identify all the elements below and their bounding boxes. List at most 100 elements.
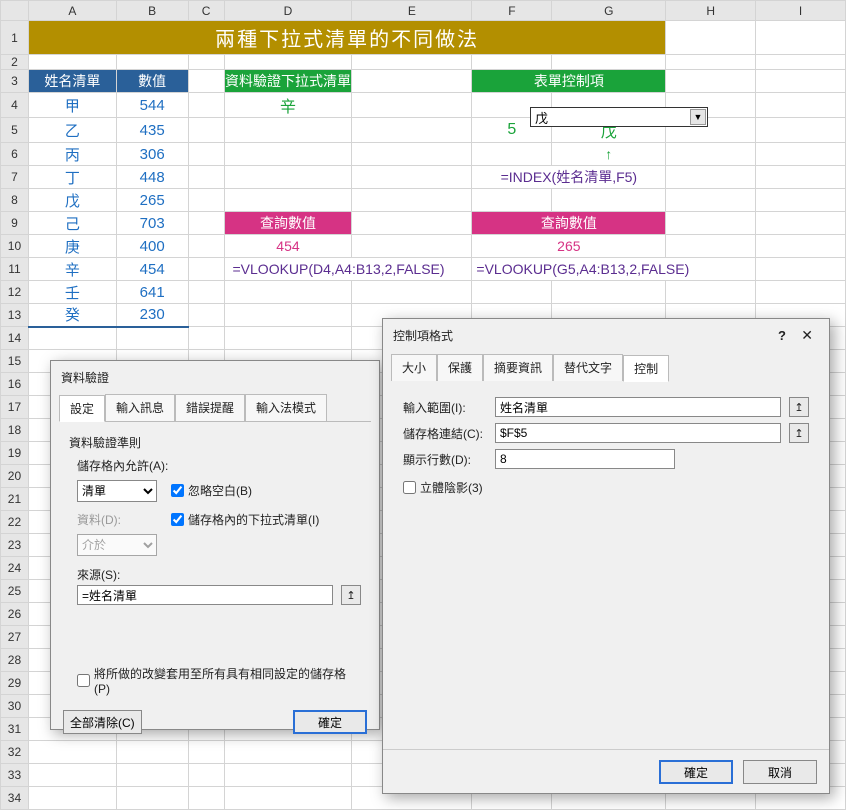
- row-header-12[interactable]: 12: [1, 281, 29, 304]
- tab-ime-mode[interactable]: 輸入法模式: [245, 394, 327, 421]
- cell-B9[interactable]: 703: [116, 212, 188, 235]
- row-header-34[interactable]: 34: [1, 787, 29, 810]
- chevron-down-icon[interactable]: ▼: [690, 109, 706, 125]
- col-header-I[interactable]: I: [756, 1, 846, 21]
- cell-B5[interactable]: 435: [116, 118, 188, 143]
- tab-input-message[interactable]: 輸入訊息: [105, 394, 175, 421]
- cell-A6[interactable]: 丙: [28, 143, 116, 166]
- dv-selected-value[interactable]: 辛: [224, 93, 352, 118]
- row-header-25[interactable]: 25: [1, 580, 29, 603]
- col-header-E[interactable]: E: [352, 1, 472, 21]
- close-icon[interactable]: ✕: [795, 327, 819, 343]
- row-header-20[interactable]: 20: [1, 465, 29, 488]
- row-header-11[interactable]: 11: [1, 258, 29, 281]
- ignore-blank-checkbox[interactable]: 忽略空白(B): [171, 482, 252, 499]
- tab-protection[interactable]: 保護: [437, 354, 483, 381]
- cell-B13[interactable]: 230: [116, 304, 188, 327]
- row-header-33[interactable]: 33: [1, 764, 29, 787]
- cell-link-field[interactable]: [495, 423, 781, 443]
- row-header-6[interactable]: 6: [1, 143, 29, 166]
- help-icon[interactable]: ?: [772, 328, 792, 343]
- row-header-14[interactable]: 14: [1, 327, 29, 350]
- range-picker-icon-3[interactable]: ↥: [789, 423, 809, 443]
- cell-A5[interactable]: 乙: [28, 118, 116, 143]
- cell-A13[interactable]: 癸: [28, 304, 116, 327]
- header-value: 數值: [116, 70, 188, 93]
- row-header-23[interactable]: 23: [1, 534, 29, 557]
- row-header-2[interactable]: 2: [1, 55, 29, 70]
- cell-A8[interactable]: 戊: [28, 189, 116, 212]
- row-header-1[interactable]: 1: [1, 21, 29, 55]
- cell-A10[interactable]: 庚: [28, 235, 116, 258]
- cell-A12[interactable]: 壬: [28, 281, 116, 304]
- vlookup2-result[interactable]: 265: [472, 235, 666, 258]
- col-header-A[interactable]: A: [28, 1, 116, 21]
- col-header-D[interactable]: D: [224, 1, 352, 21]
- lines-field[interactable]: [495, 449, 675, 469]
- tab-control[interactable]: 控制: [623, 355, 669, 382]
- clear-all-button[interactable]: 全部清除(C): [63, 710, 142, 734]
- form-control-dropdown[interactable]: 戊 ▼: [530, 107, 708, 127]
- cancel-button[interactable]: 取消: [743, 760, 817, 784]
- cell-B11[interactable]: 454: [116, 258, 188, 281]
- tab-properties[interactable]: 摘要資訊: [483, 354, 553, 381]
- row-header-19[interactable]: 19: [1, 442, 29, 465]
- row-header-10[interactable]: 10: [1, 235, 29, 258]
- source-input[interactable]: [77, 585, 333, 605]
- cell-B8[interactable]: 265: [116, 189, 188, 212]
- col-header-G[interactable]: G: [552, 1, 666, 21]
- row-header-3[interactable]: 3: [1, 70, 29, 93]
- cell-A7[interactable]: 丁: [28, 166, 116, 189]
- shadow-checkbox[interactable]: 立體陰影(3): [403, 479, 809, 496]
- row-header-15[interactable]: 15: [1, 350, 29, 373]
- row-header-32[interactable]: 32: [1, 741, 29, 764]
- cell-link-label: 儲存格連結(C):: [403, 425, 487, 442]
- col-header-F[interactable]: F: [472, 1, 552, 21]
- row-header-30[interactable]: 30: [1, 695, 29, 718]
- cell-B12[interactable]: 641: [116, 281, 188, 304]
- row-header-21[interactable]: 21: [1, 488, 29, 511]
- cell-A4[interactable]: 甲: [28, 93, 116, 118]
- allow-select[interactable]: 清單: [77, 480, 157, 502]
- tab-settings[interactable]: 設定: [59, 395, 105, 422]
- row-header-31[interactable]: 31: [1, 718, 29, 741]
- tab-size[interactable]: 大小: [391, 354, 437, 381]
- cell-B7[interactable]: 448: [116, 166, 188, 189]
- header-lookup-2: 查詢數值: [472, 212, 666, 235]
- in-cell-dropdown-checkbox[interactable]: 儲存格內的下拉式清單(I): [171, 511, 319, 528]
- tab-error-alert[interactable]: 錯誤提醒: [175, 394, 245, 421]
- row-header-9[interactable]: 9: [1, 212, 29, 235]
- range-picker-icon[interactable]: ↥: [341, 585, 361, 605]
- cell-A11[interactable]: 辛: [28, 258, 116, 281]
- col-header-C[interactable]: C: [188, 1, 224, 21]
- tab-alt-text[interactable]: 替代文字: [553, 354, 623, 381]
- row-header-28[interactable]: 28: [1, 649, 29, 672]
- cell-B4[interactable]: 544: [116, 93, 188, 118]
- row-header-13[interactable]: 13: [1, 304, 29, 327]
- cell-B6[interactable]: 306: [116, 143, 188, 166]
- row-header-16[interactable]: 16: [1, 373, 29, 396]
- row-header-8[interactable]: 8: [1, 189, 29, 212]
- cell-A9[interactable]: 己: [28, 212, 116, 235]
- index-formula: =INDEX(姓名清單,F5): [472, 166, 666, 189]
- range-picker-icon-2[interactable]: ↥: [789, 397, 809, 417]
- row-header-26[interactable]: 26: [1, 603, 29, 626]
- row-header-29[interactable]: 29: [1, 672, 29, 695]
- vlookup1-result[interactable]: 454: [224, 235, 352, 258]
- ok-button-2[interactable]: 確定: [659, 760, 733, 784]
- row-header-7[interactable]: 7: [1, 166, 29, 189]
- ok-button[interactable]: 確定: [293, 710, 367, 734]
- row-header-22[interactable]: 22: [1, 511, 29, 534]
- apply-all-checkbox[interactable]: 將所做的改變套用至所有具有相同設定的儲存格(P): [77, 665, 361, 696]
- col-header-B[interactable]: B: [116, 1, 188, 21]
- row-header-18[interactable]: 18: [1, 419, 29, 442]
- row-header-5[interactable]: 5: [1, 118, 29, 143]
- row-header-24[interactable]: 24: [1, 557, 29, 580]
- input-range-field[interactable]: [495, 397, 781, 417]
- row-header-4[interactable]: 4: [1, 93, 29, 118]
- row-header-17[interactable]: 17: [1, 396, 29, 419]
- col-header-H[interactable]: H: [666, 1, 756, 21]
- cell-B10[interactable]: 400: [116, 235, 188, 258]
- format-control-dialog: 控制項格式 ? ✕ 大小 保護 摘要資訊 替代文字 控制 輸入範圍(I): ↥ …: [382, 318, 830, 794]
- row-header-27[interactable]: 27: [1, 626, 29, 649]
